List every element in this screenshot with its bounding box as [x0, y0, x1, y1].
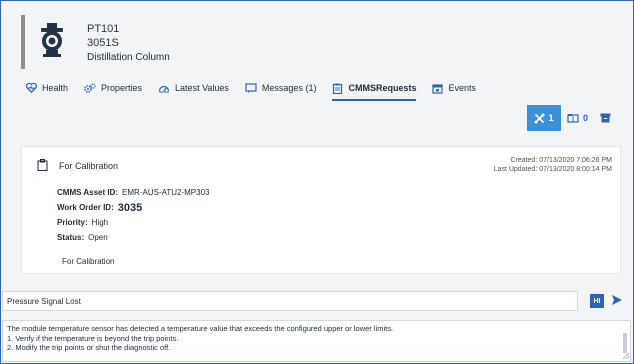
request-title: For Calibration	[59, 161, 119, 171]
folders-count: 0	[582, 113, 588, 123]
message-icon	[245, 83, 257, 93]
tab-bar: Health Properties Latest Values Messages…	[26, 79, 492, 101]
request-description: For Calibration	[62, 257, 115, 266]
tab-label: Health	[42, 83, 69, 93]
tab-latest-values[interactable]: Latest Values	[158, 79, 229, 97]
status-row: Status: Open	[57, 230, 209, 245]
pressure-transmitter-icon	[41, 23, 63, 57]
send-icon[interactable]	[610, 293, 624, 307]
field-label: Priority:	[57, 218, 88, 227]
clipboard-icon	[333, 83, 343, 94]
clipboard-icon	[37, 159, 48, 171]
archive-button[interactable]	[594, 105, 617, 131]
request-toolbar: 1 0	[526, 105, 617, 131]
priority-value: High	[91, 218, 109, 227]
device-unit: Distillation Column	[87, 52, 170, 63]
message-line: 1. Verify if the temperature is beyond t…	[7, 333, 179, 343]
field-label: Status:	[57, 233, 85, 242]
tab-cmms-requests[interactable]: CMMSRequests	[332, 79, 417, 101]
heart-pulse-icon	[26, 83, 37, 93]
tools-filter-button[interactable]: 1	[526, 105, 561, 131]
tools-count: 1	[548, 113, 554, 123]
tools-icon	[534, 113, 545, 123]
gauge-icon	[158, 85, 170, 93]
folders-filter-button[interactable]: 0	[561, 105, 594, 131]
request-fields: CMMS Asset ID: EMR-AUS-ATU2-MP303 Work O…	[57, 185, 209, 245]
archive-icon	[600, 113, 611, 123]
tab-messages[interactable]: Messages (1)	[245, 79, 317, 97]
tab-properties[interactable]: Properties	[84, 79, 142, 97]
work-order-row: Work Order ID: 3035	[57, 200, 209, 215]
field-label: CMMS Asset ID:	[57, 188, 119, 197]
message-line: 2. Modify the trip points or shut the di…	[7, 343, 171, 352]
status-value: Open	[88, 233, 108, 242]
hi-button[interactable]: HI	[590, 294, 604, 308]
device-model: 3051S	[87, 37, 119, 49]
gears-icon	[84, 83, 96, 93]
priority-row: Priority: High	[57, 215, 209, 230]
tab-label: Latest Values	[175, 83, 229, 93]
app-window: PT101 3051S Distillation Column Health P…	[0, 0, 634, 364]
tab-health[interactable]: Health	[26, 79, 68, 97]
work-order-value: 3035	[117, 201, 143, 214]
folders-icon	[567, 114, 579, 123]
tab-events[interactable]: Events	[432, 79, 476, 97]
message-textarea[interactable]: The module temperature sensor has detect…	[2, 320, 631, 362]
calendar-icon	[432, 83, 444, 94]
asset-id-row: CMMS Asset ID: EMR-AUS-ATU2-MP303	[57, 185, 209, 200]
tab-label: Events	[448, 83, 476, 93]
tab-label: Properties	[101, 83, 143, 93]
device-tag: PT101	[87, 23, 120, 35]
field-label: Work Order ID:	[57, 203, 114, 212]
request-updated: Last Updated: 07/13/2020 8:00:14 PM	[493, 166, 612, 173]
resize-handle-icon[interactable]	[623, 353, 629, 359]
scrollbar-thumb[interactable]	[623, 333, 627, 353]
tab-label: CMMSRequests	[348, 83, 417, 93]
request-created: Created: 07/13/2020 7:06:26 PM	[510, 157, 612, 164]
message-line: The module temperature sensor has detect…	[7, 324, 394, 333]
issue-input[interactable]: Pressure Signal Lost	[2, 291, 578, 311]
cmms-request-card[interactable]: For Calibration Created: 07/13/2020 7:06…	[21, 146, 621, 274]
tab-label: Messages (1)	[261, 83, 317, 93]
device-header: PT101 3051S Distillation Column	[21, 15, 241, 69]
asset-id-value: EMR-AUS-ATU2-MP303	[122, 188, 210, 197]
